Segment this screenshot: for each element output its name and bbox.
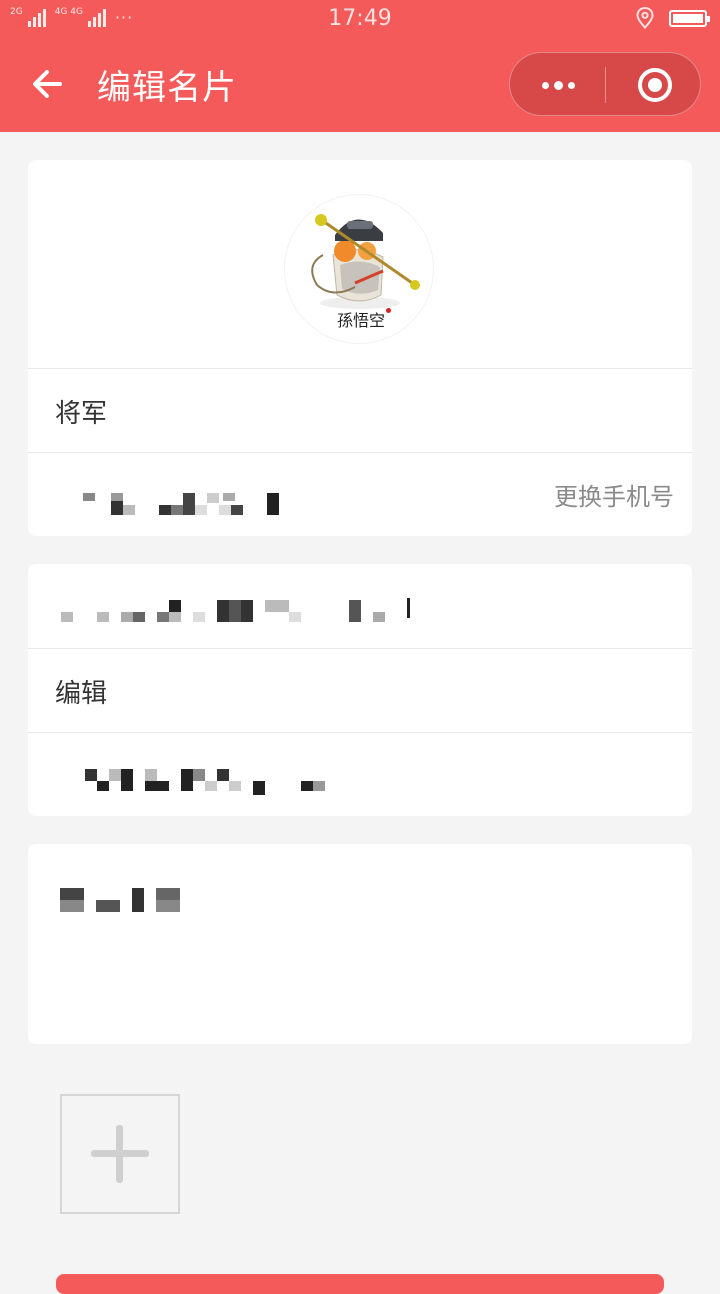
intro-card[interactable]	[28, 844, 692, 1044]
mini-program-capsule	[509, 52, 701, 116]
back-arrow-icon[interactable]	[28, 64, 68, 104]
page-title: 编辑名片	[97, 68, 237, 108]
more-dots-icon[interactable]	[538, 73, 578, 97]
company-row[interactable]	[28, 564, 692, 648]
phone-mosaic	[55, 479, 285, 519]
name-row[interactable]: 将军	[28, 368, 692, 452]
close-target-icon[interactable]	[638, 68, 672, 102]
avatar-caption: 孫悟空	[337, 311, 386, 330]
avatar-seal-dot	[386, 308, 391, 313]
avatar[interactable]: 孫悟空	[284, 194, 434, 344]
battery-icon	[669, 10, 710, 27]
capsule-divider	[605, 67, 606, 103]
plus-icon	[91, 1125, 149, 1183]
status-bar: 2G 4G 4G ··· 17:49	[0, 0, 720, 38]
add-image-button[interactable]	[60, 1094, 180, 1214]
title-row[interactable]: 编辑	[28, 648, 692, 732]
intro-mosaic	[60, 874, 220, 914]
change-phone-link[interactable]: 更换手机号	[554, 477, 674, 512]
save-button[interactable]	[56, 1274, 664, 1294]
company-mosaic	[55, 594, 435, 628]
location-icon	[636, 7, 654, 29]
title-value[interactable]: 编辑	[55, 673, 107, 710]
name-value[interactable]: 将军	[55, 393, 107, 430]
nav-bar: 编辑名片	[0, 38, 720, 132]
profile-card: 孫悟空 将军 更换手机号	[28, 160, 692, 536]
status-time: 17:49	[328, 6, 392, 31]
address-row[interactable]	[28, 732, 692, 816]
phone-row[interactable]: 更换手机号	[28, 452, 692, 536]
address-mosaic	[55, 763, 355, 797]
details-card: 编辑	[28, 564, 692, 816]
